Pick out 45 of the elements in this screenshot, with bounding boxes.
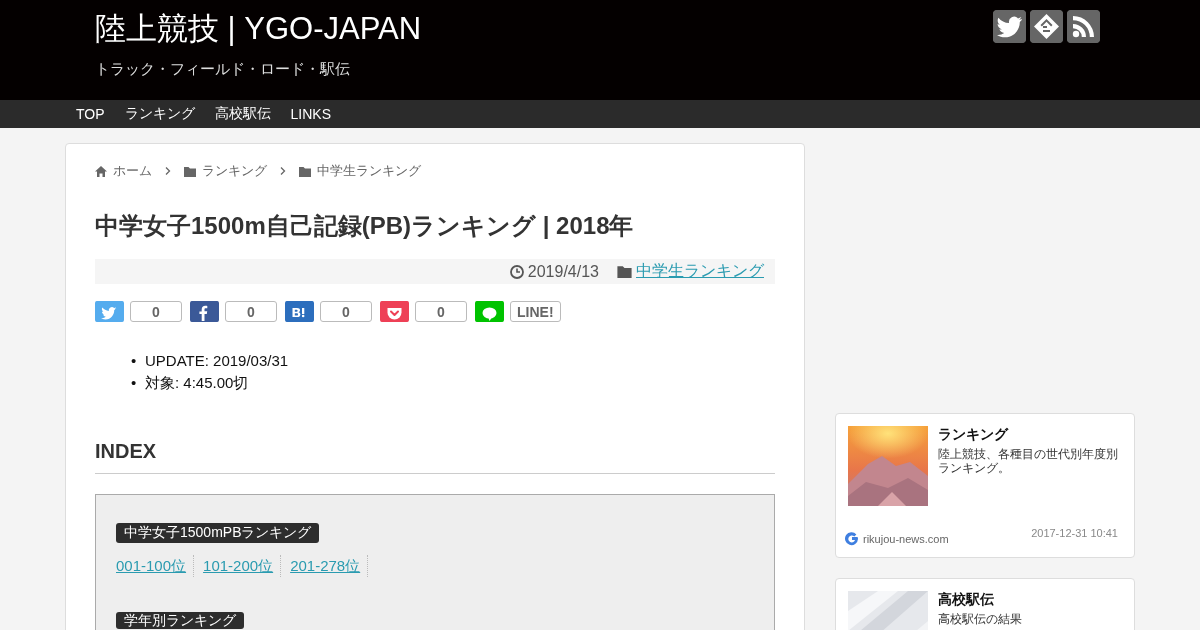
link-card[interactable]: ランキング 陸上競技、各種目の世代別年度別ランキング。 rikujou-news.com 2017-12-31 10:41 bbox=[835, 413, 1135, 558]
section-heading: INDEX bbox=[95, 440, 775, 475]
pocket-icon[interactable] bbox=[380, 301, 409, 323]
index-label: 学年別ランキング bbox=[116, 612, 244, 630]
list-item: 対象: 4:45.00切 bbox=[145, 373, 249, 394]
clock-icon bbox=[509, 264, 524, 279]
folder-icon bbox=[299, 165, 311, 177]
breadcrumb-link[interactable]: 中学生ランキング bbox=[317, 162, 421, 180]
bird-icon[interactable] bbox=[993, 10, 1026, 43]
card-title: ランキング bbox=[938, 426, 1010, 444]
f-letter-icon[interactable] bbox=[190, 301, 219, 323]
share-count: LINE! bbox=[510, 301, 561, 323]
article-title: 中学女子1500m自己記録(PB)ランキング | 2018年 bbox=[95, 211, 635, 241]
card-description: 高校駅伝の結果 bbox=[938, 612, 1023, 627]
nav-link[interactable]: TOP bbox=[66, 106, 115, 122]
bullet: • bbox=[131, 373, 138, 394]
link-card[interactable]: 高校駅伝 高校駅伝の結果 bbox=[835, 578, 1135, 630]
rss-icon[interactable] bbox=[1067, 10, 1100, 43]
home-icon bbox=[95, 165, 107, 177]
post-date: 2019/4/13 bbox=[527, 262, 599, 281]
diamond-icon[interactable] bbox=[1030, 10, 1063, 43]
share-count: 0 bbox=[130, 301, 182, 323]
nav-link[interactable]: LINKS bbox=[280, 106, 341, 122]
g-letter-icon bbox=[844, 531, 860, 547]
bullet: • bbox=[131, 351, 138, 372]
b-letter-icon[interactable] bbox=[285, 301, 314, 323]
share-count: 0 bbox=[320, 301, 372, 323]
index-label: 中学女子1500mPBランキング bbox=[116, 523, 320, 544]
nav-link[interactable]: ランキング bbox=[114, 105, 205, 123]
share-count: 0 bbox=[225, 301, 277, 323]
breadcrumb-link[interactable]: ランキング bbox=[202, 162, 267, 180]
tagline: トラック・フィールド・ロード・駅伝 bbox=[95, 60, 351, 80]
card-title: 高校駅伝 bbox=[938, 591, 995, 609]
folder-icon bbox=[617, 265, 632, 279]
site-title[interactable]: 陸上競技 | YGO-JAPAN bbox=[95, 12, 422, 47]
list-item: UPDATE: 2019/03/31 bbox=[145, 351, 289, 372]
chevron-icon bbox=[164, 167, 172, 175]
nav-link[interactable]: 高校駅伝 bbox=[204, 105, 281, 123]
card-description: 陸上競技、各種目の世代別年度別ランキング。 bbox=[938, 447, 1118, 476]
chevron-icon bbox=[279, 167, 287, 175]
breadcrumb-link[interactable]: ホーム bbox=[113, 162, 152, 180]
card-date: 2017-12-31 10:41 bbox=[1031, 527, 1118, 539]
folder-icon bbox=[184, 165, 196, 177]
share-count: 0 bbox=[415, 301, 467, 323]
card-source: rikujou-news.com bbox=[863, 533, 949, 545]
